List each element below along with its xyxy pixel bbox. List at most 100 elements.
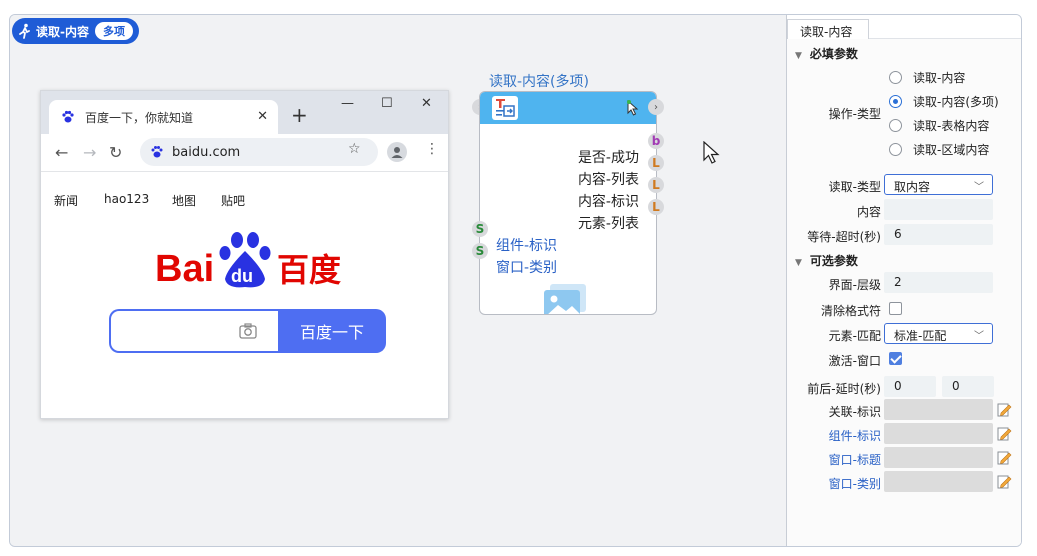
forward-button[interactable]: → xyxy=(83,143,96,162)
read-type-label: 读取-类型 xyxy=(828,180,881,194)
output-port-success[interactable]: b xyxy=(648,133,664,149)
minimize-button[interactable]: — xyxy=(341,96,354,111)
radio-read-table[interactable] xyxy=(889,119,902,132)
browser-tabbar: 百度一下，你就知道 ✕ + — ☐ ✕ xyxy=(41,91,448,134)
input-port-window-class[interactable]: S xyxy=(472,243,488,259)
edit-pencil-icon[interactable] xyxy=(997,426,1012,441)
maximize-button[interactable]: ☐ xyxy=(381,96,393,111)
app-frame: 读取-内容 多项 百度一下，你就知道 ✕ + — ☐ ✕ ← → ↻ baidu… xyxy=(9,14,1022,547)
operation-type-label: 操作-类型 xyxy=(828,107,881,121)
tab-close-icon[interactable]: ✕ xyxy=(257,109,268,124)
required-section-title: 必填参数 xyxy=(809,47,858,61)
action-tag[interactable]: 读取-内容 多项 xyxy=(12,18,139,44)
output-port-content-list[interactable]: L xyxy=(648,155,664,171)
element-match-value: 标准-匹配 xyxy=(894,329,947,343)
output-label-success: 是否-成功 xyxy=(577,150,639,166)
radio-read-region[interactable] xyxy=(889,143,902,156)
edit-pencil-icon[interactable] xyxy=(997,474,1012,489)
browser-tab[interactable]: 百度一下，你就知道 ✕ xyxy=(49,100,278,134)
input-label-component-id: 组件-标识 xyxy=(496,238,558,254)
window-title-field[interactable] xyxy=(884,447,993,468)
browser-preview-window: 百度一下，你就知道 ✕ + — ☐ ✕ ← → ↻ baidu.com ☆ ⋮ … xyxy=(40,90,449,419)
required-params-section[interactable]: ▼ 必填参数 xyxy=(795,45,858,62)
element-match-label: 元素-匹配 xyxy=(828,329,881,343)
radio-read-content[interactable] xyxy=(889,71,902,84)
browser-menu-icon[interactable]: ⋮ xyxy=(425,141,439,157)
output-port-element-list[interactable]: L xyxy=(648,199,664,215)
node-title: 读取-内容(多项) xyxy=(489,74,589,90)
radio-read-content-multi[interactable] xyxy=(889,95,902,108)
edit-pencil-icon[interactable] xyxy=(997,402,1012,417)
edit-pencil-icon[interactable] xyxy=(997,450,1012,465)
output-label-content-list: 内容-列表 xyxy=(577,172,639,188)
output-label-content-id: 内容-标识 xyxy=(577,194,639,210)
clear-format-checkbox[interactable] xyxy=(889,302,902,315)
element-match-select[interactable]: 标准-匹配 ﹀ xyxy=(884,323,993,344)
logo-text-baidu-cn: 百度 xyxy=(277,251,341,289)
walking-person-icon xyxy=(16,22,34,40)
read-content-node[interactable]: 是否-成功 内容-列表 内容-标识 元素-列表 组件-标识 窗口-类别 xyxy=(479,91,657,315)
property-tab[interactable]: 读取-内容 xyxy=(787,19,869,39)
property-body: ▼ 必填参数 操作-类型 读取-内容 读取-内容(多项) 读取-表格内容 读取-区… xyxy=(787,39,1021,546)
back-button[interactable]: ← xyxy=(55,143,68,162)
window-title-label: 窗口-标题 xyxy=(828,453,881,467)
collapse-triangle-icon: ▼ xyxy=(795,51,802,61)
chevron-down-icon: ﹀ xyxy=(974,182,984,193)
address-bar[interactable]: baidu.com xyxy=(140,138,378,166)
link-tieba[interactable]: 贴吧 xyxy=(221,192,245,209)
profile-avatar[interactable] xyxy=(387,142,407,162)
node-output-port[interactable]: › xyxy=(648,99,664,115)
link-news[interactable]: 新闻 xyxy=(54,192,78,209)
operation-option-read-region[interactable]: 读取-区域内容 xyxy=(889,141,989,158)
wait-timeout-field[interactable]: 6 xyxy=(884,224,993,245)
reload-button[interactable]: ↻ xyxy=(109,143,122,162)
content-label: 内容 xyxy=(856,205,881,219)
logo-paw-icon: du xyxy=(219,232,271,288)
camera-icon[interactable] xyxy=(239,323,257,339)
window-class-field[interactable] xyxy=(884,471,993,492)
input-port-component-id[interactable]: S xyxy=(472,221,488,237)
option-label: 读取-表格内容 xyxy=(913,119,990,133)
collapse-triangle-icon: ▼ xyxy=(795,258,802,268)
delay-after-field[interactable]: 0 xyxy=(942,376,994,397)
baidu-logo: Bai du 百度 xyxy=(155,232,341,290)
content-field[interactable] xyxy=(884,199,993,220)
browser-tab-title: 百度一下，你就知道 xyxy=(85,110,194,125)
activate-window-checkbox[interactable] xyxy=(889,352,902,365)
link-map[interactable]: 地图 xyxy=(172,192,196,209)
window-class-label: 窗口-类别 xyxy=(828,477,881,491)
activate-window-label: 激活-窗口 xyxy=(828,354,881,368)
flow-canvas[interactable]: 读取-内容 多项 百度一下，你就知道 ✕ + — ☐ ✕ ← → ↻ baidu… xyxy=(10,15,786,546)
bookmark-star-icon[interactable]: ☆ xyxy=(348,141,361,157)
component-id-label: 组件-标识 xyxy=(828,429,881,443)
operation-option-read-table[interactable]: 读取-表格内容 xyxy=(889,117,989,134)
related-id-field[interactable] xyxy=(884,399,993,420)
action-tag-badge: 多项 xyxy=(94,22,133,40)
output-port-content-id[interactable]: L xyxy=(648,177,664,193)
option-label: 读取-内容(多项) xyxy=(913,95,999,109)
delay-label: 前后-延时(秒) xyxy=(807,382,881,396)
delay-before-field[interactable]: 0 xyxy=(884,376,936,397)
read-type-select[interactable]: 取内容 ﹀ xyxy=(884,174,993,195)
baidu-search-button[interactable]: 百度一下 xyxy=(278,309,386,353)
operation-option-read-content[interactable]: 读取-内容 xyxy=(889,69,965,86)
optional-params-section[interactable]: ▼ 可选参数 xyxy=(795,252,858,269)
ui-level-label: 界面-层级 xyxy=(828,278,881,292)
logo-text-bai: Bai xyxy=(155,248,214,290)
related-id-label: 关联-标识 xyxy=(828,405,881,419)
new-tab-button[interactable]: + xyxy=(291,103,308,127)
optional-section-title: 可选参数 xyxy=(809,254,858,268)
component-id-field[interactable] xyxy=(884,423,993,444)
wait-timeout-label: 等待-超时(秒) xyxy=(807,230,881,244)
output-label-element-list: 元素-列表 xyxy=(577,216,639,232)
operation-option-read-content-multi[interactable]: 读取-内容(多项) xyxy=(889,93,999,110)
node-header[interactable] xyxy=(480,92,656,124)
chevron-down-icon: ﹀ xyxy=(974,331,984,342)
baidu-paw-icon xyxy=(62,110,74,123)
logo-text-du: du xyxy=(231,266,253,286)
window-close-button[interactable]: ✕ xyxy=(421,96,432,111)
link-hao123[interactable]: hao123 xyxy=(104,192,149,206)
browser-toolbar: ← → ↻ baidu.com ☆ ⋮ xyxy=(41,134,448,172)
ui-level-field[interactable]: 2 xyxy=(884,272,993,293)
clear-format-label: 清除格式符 xyxy=(820,304,881,318)
